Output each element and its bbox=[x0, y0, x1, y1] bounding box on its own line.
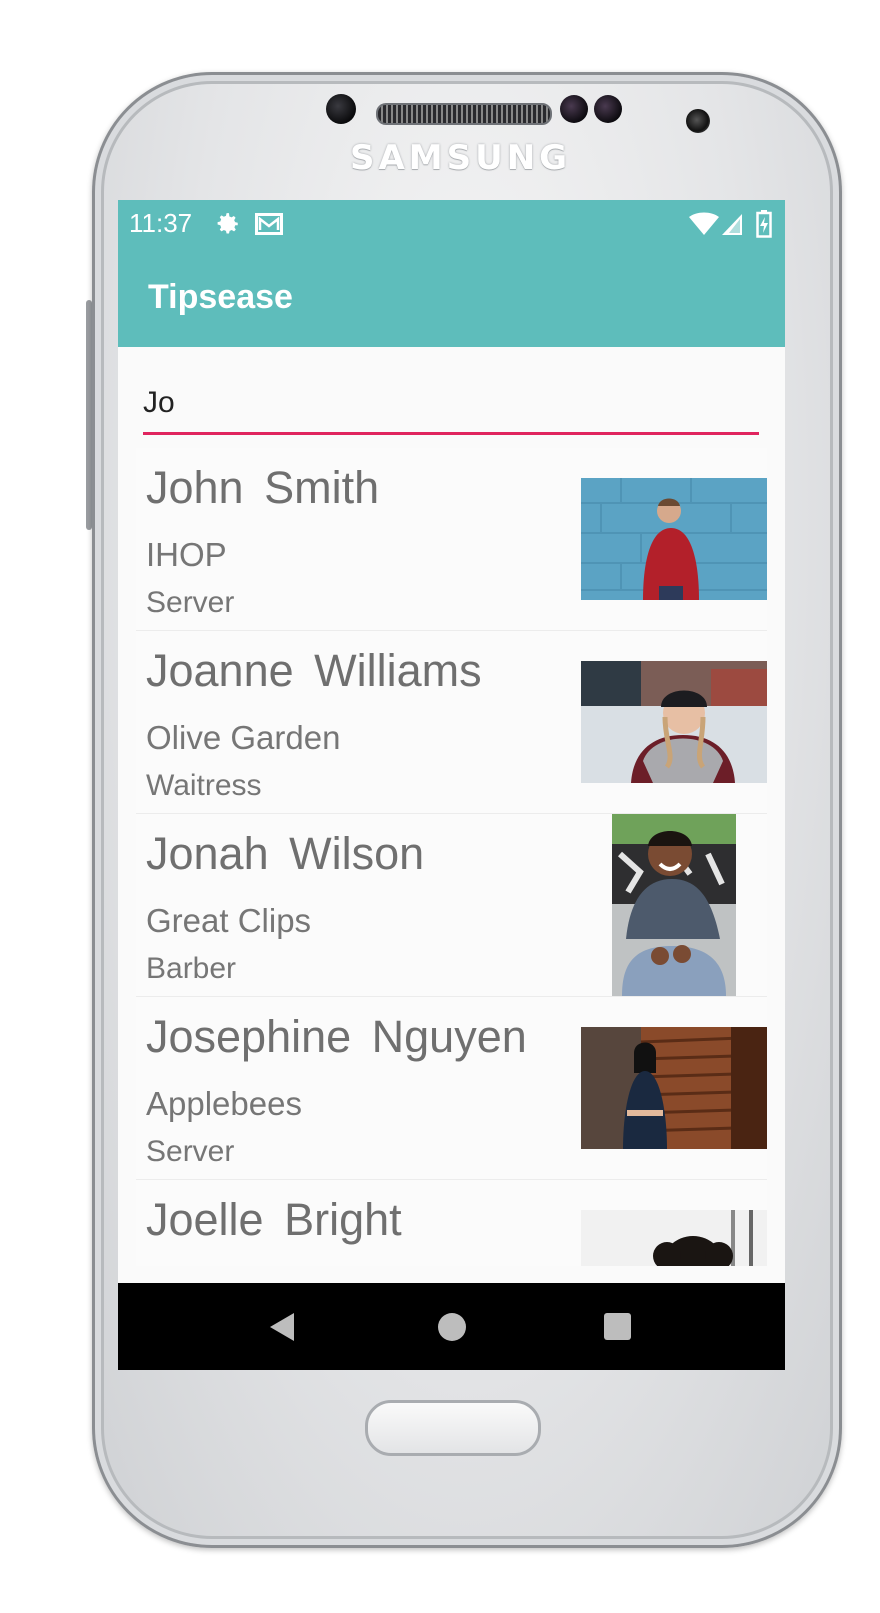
person-name: Joanne Williams bbox=[146, 645, 482, 696]
battery-icon bbox=[756, 210, 772, 238]
wifi-icon bbox=[689, 212, 719, 235]
workplace-name: Olive Garden bbox=[146, 719, 341, 756]
job-title: Server bbox=[146, 586, 235, 619]
search-underline bbox=[143, 432, 759, 435]
proximity-sensor bbox=[560, 95, 588, 123]
mail-icon bbox=[255, 213, 283, 235]
person-name: Jonah Wilson bbox=[146, 828, 425, 879]
signal-icon bbox=[722, 214, 742, 235]
result-card[interactable]: Joanne Williams Olive Garden Waitress bbox=[136, 631, 767, 814]
search-field[interactable] bbox=[143, 375, 759, 437]
light-sensor bbox=[594, 95, 622, 123]
app-bar: Tipsease bbox=[118, 248, 785, 347]
job-title: Server bbox=[146, 1135, 235, 1168]
workplace-name: Applebees bbox=[146, 1085, 302, 1122]
hardware-home-button[interactable] bbox=[365, 1400, 541, 1456]
app-title: Tipsease bbox=[148, 278, 293, 316]
gear-icon bbox=[217, 213, 238, 234]
person-name: Josephine Nguyen bbox=[146, 1011, 527, 1062]
result-card[interactable]: Joelle Bright bbox=[136, 1180, 767, 1266]
device-screen: 11:37 Tipsease John Smith IHO bbox=[118, 200, 785, 1370]
profile-photo bbox=[581, 1210, 767, 1266]
navigation-bar bbox=[118, 1283, 785, 1370]
search-input[interactable] bbox=[143, 375, 759, 431]
earpiece-speaker bbox=[376, 103, 552, 125]
status-bar: 11:37 bbox=[118, 200, 785, 248]
profile-photo bbox=[581, 661, 767, 783]
result-card[interactable]: John Smith IHOP Server bbox=[136, 448, 767, 631]
results-list[interactable]: John Smith IHOP Server Joanne Williams O… bbox=[136, 448, 767, 1266]
recents-icon[interactable] bbox=[604, 1313, 631, 1340]
job-title: Waitress bbox=[146, 769, 262, 802]
profile-photo bbox=[581, 1027, 767, 1149]
result-card[interactable]: Josephine Nguyen Applebees Server bbox=[136, 997, 767, 1180]
profile-photo bbox=[581, 478, 767, 600]
back-icon[interactable] bbox=[268, 1311, 296, 1343]
front-sensor bbox=[686, 109, 710, 133]
job-title: Barber bbox=[146, 952, 237, 985]
person-name: John Smith bbox=[146, 462, 380, 513]
person-name: Joelle Bright bbox=[146, 1194, 402, 1245]
status-clock: 11:37 bbox=[129, 208, 193, 238]
workplace-name: Great Clips bbox=[146, 902, 312, 939]
profile-photo bbox=[612, 814, 736, 996]
result-card[interactable]: Jonah Wilson Great Clips Barber bbox=[136, 814, 767, 997]
workplace-name: IHOP bbox=[146, 536, 227, 573]
front-camera bbox=[326, 94, 356, 124]
device-brand: SAMSUNG bbox=[350, 138, 572, 178]
home-icon[interactable] bbox=[438, 1313, 466, 1341]
